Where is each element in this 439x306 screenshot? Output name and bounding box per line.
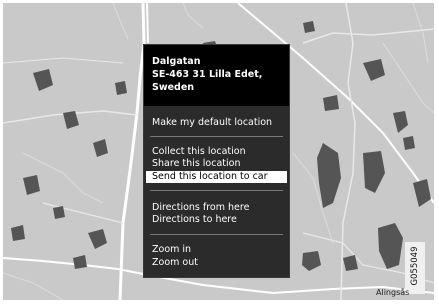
menu-item-directions-from-here[interactable]: Directions from here <box>152 202 249 214</box>
figure-code-text: G055049 <box>410 246 420 286</box>
menu-separator <box>150 136 283 137</box>
screenshot-frame: Dalgatan SE-463 31 Lilla Edet, Sweden Ma… <box>0 0 439 306</box>
menu-item-directions-to-here[interactable]: Directions to here <box>152 214 237 226</box>
menu-item-send-location-to-car[interactable]: Send this location to car <box>146 171 287 183</box>
address-postal-city: SE-463 31 Lilla Edet, <box>152 69 263 80</box>
figure-code-label: G055049 <box>405 242 425 294</box>
location-address-header: Dalgatan SE-463 31 Lilla Edet, Sweden <box>144 45 289 106</box>
menu-item-make-default-location[interactable]: Make my default location <box>152 117 272 129</box>
address-street: Dalgatan <box>152 56 201 67</box>
address-country: Sweden <box>152 82 195 93</box>
location-context-menu: Dalgatan SE-463 31 Lilla Edet, Sweden Ma… <box>144 45 289 277</box>
menu-separator <box>150 190 283 191</box>
menu-item-collect-location[interactable]: Collect this location <box>152 146 246 158</box>
map-place-label: Alingsås <box>376 288 410 297</box>
menu-item-zoom-in[interactable]: Zoom in <box>152 244 191 256</box>
menu-item-zoom-out[interactable]: Zoom out <box>152 257 198 269</box>
menu-item-share-location[interactable]: Share this location <box>152 158 240 170</box>
menu-separator <box>150 234 283 235</box>
